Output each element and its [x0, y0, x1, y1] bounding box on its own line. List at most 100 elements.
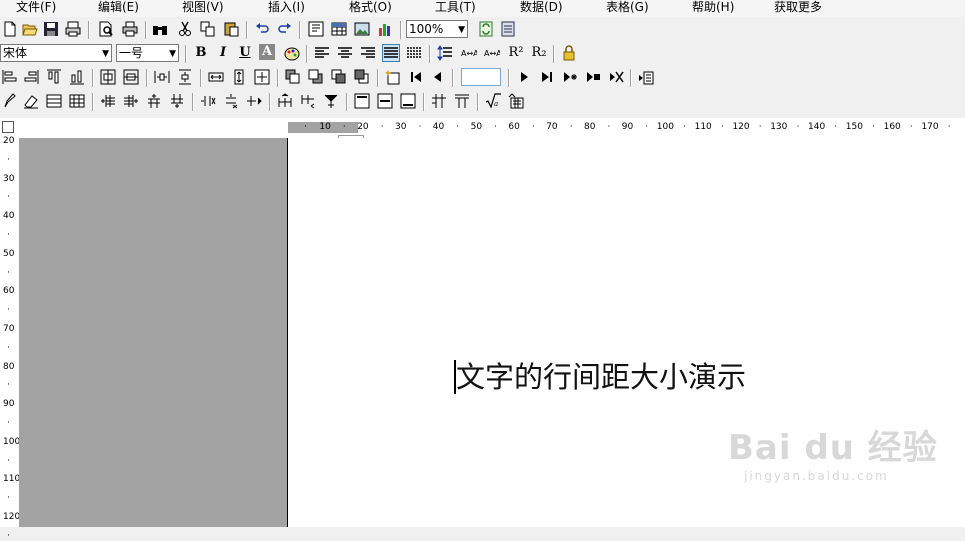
split-cell-icon[interactable]	[245, 92, 263, 110]
last-record-icon[interactable]	[538, 68, 556, 86]
text-color-palette-icon[interactable]	[283, 44, 301, 62]
redo-icon[interactable]	[276, 20, 294, 38]
align-left-icon[interactable]	[313, 44, 331, 62]
page-view-icon[interactable]	[499, 20, 517, 38]
menu-help[interactable]: 帮助(H)	[692, 0, 734, 14]
ruler-tick-label: 80	[584, 122, 595, 132]
previous-record-icon[interactable]	[429, 68, 447, 86]
center-vertical-icon[interactable]	[122, 68, 140, 86]
append-record-icon[interactable]	[561, 68, 579, 86]
ruler-minor-dot: ·	[7, 192, 10, 202]
subscript-button[interactable]: R₂	[529, 44, 549, 62]
print-button[interactable]	[121, 20, 139, 38]
ruler-corner-checkbox[interactable]	[2, 121, 14, 133]
cell-borders-icon[interactable]	[430, 92, 448, 110]
merge-cell-up-icon[interactable]	[276, 92, 294, 110]
new-document-button[interactable]	[1, 20, 19, 38]
justify-active-icon[interactable]	[382, 44, 400, 62]
cell-align-bottom-icon[interactable]	[399, 92, 417, 110]
bold-button[interactable]: B	[192, 44, 210, 62]
distribute-vertical-icon[interactable]	[176, 68, 194, 86]
insert-chart-icon[interactable]	[376, 20, 394, 38]
same-size-icon[interactable]	[253, 68, 271, 86]
insert-image-icon[interactable]	[353, 20, 371, 38]
character-shading-button[interactable]: A	[259, 44, 275, 60]
split-cell-vertical-icon[interactable]	[322, 92, 340, 110]
eraser-icon[interactable]	[22, 92, 40, 110]
delete-record-icon[interactable]	[607, 68, 625, 86]
table-insert-row-icon[interactable]	[45, 92, 63, 110]
menu-format[interactable]: 格式(O)	[349, 0, 392, 14]
insert-column-right-icon[interactable]	[122, 92, 140, 110]
insert-calculation-icon[interactable]	[507, 92, 525, 110]
menu-table[interactable]: 表格(G)	[606, 0, 649, 14]
menu-bar: 文件(F) 编辑(E) 视图(V) 插入(I) 格式(O) 工具(T) 数据(D…	[0, 0, 965, 17]
center-horizontal-icon[interactable]	[99, 68, 117, 86]
delete-column-icon[interactable]	[199, 92, 217, 110]
zoom-select[interactable]: 100%▼	[406, 20, 468, 38]
underline-button[interactable]: U	[236, 44, 254, 62]
menu-view[interactable]: 视图(V)	[182, 0, 224, 14]
formula-sqrt-icon[interactable]: a	[484, 92, 502, 110]
ruler-tick-label: 70	[546, 122, 557, 132]
insert-row-above-icon[interactable]	[145, 92, 163, 110]
increase-char-spacing-icon[interactable]: A↔A	[459, 44, 479, 62]
undo-icon[interactable]	[253, 20, 271, 38]
cell-align-top-icon[interactable]	[353, 92, 371, 110]
same-width-icon[interactable]	[207, 68, 225, 86]
distribute-align-icon[interactable]	[405, 44, 423, 62]
print-preview-setup-button[interactable]	[64, 20, 82, 38]
send-to-back-icon[interactable]	[307, 68, 325, 86]
paste-button[interactable]	[222, 20, 240, 38]
menu-tools[interactable]: 工具(T)	[435, 0, 476, 14]
align-objects-left-icon[interactable]	[1, 68, 19, 86]
decrease-char-spacing-icon[interactable]: A↔A	[482, 44, 502, 62]
new-record-icon[interactable]	[384, 68, 402, 86]
distribute-horizontal-icon[interactable]	[153, 68, 171, 86]
insert-column-left-icon[interactable]	[99, 92, 117, 110]
same-height-icon[interactable]	[230, 68, 248, 86]
align-objects-bottom-icon[interactable]	[68, 68, 86, 86]
send-backward-icon[interactable]	[353, 68, 371, 86]
superscript-button[interactable]: R²	[506, 44, 526, 62]
italic-button[interactable]: I	[214, 44, 232, 62]
document-text[interactable]: 文字的行间距大小演示	[456, 360, 746, 394]
insert-table-icon[interactable]	[330, 20, 348, 38]
merge-cell-down-icon[interactable]	[299, 92, 317, 110]
font-name-select[interactable]: 宋体▼	[0, 44, 112, 62]
open-folder-button[interactable]	[21, 20, 39, 38]
font-size-select[interactable]: 一号▼	[116, 44, 179, 62]
next-record-icon[interactable]	[515, 68, 533, 86]
lock-icon[interactable]	[560, 44, 578, 62]
align-center-icon[interactable]	[336, 44, 354, 62]
align-right-icon[interactable]	[359, 44, 377, 62]
delete-row-icon[interactable]	[222, 92, 240, 110]
bring-forward-icon[interactable]	[330, 68, 348, 86]
align-objects-top-icon[interactable]	[45, 68, 63, 86]
menu-data[interactable]: 数据(D)	[520, 0, 563, 14]
copy-button[interactable]	[199, 20, 217, 38]
table-grid-icon[interactable]	[68, 92, 86, 110]
insert-row-below-icon[interactable]	[168, 92, 186, 110]
first-record-icon[interactable]	[407, 68, 425, 86]
cell-align-middle-icon[interactable]	[376, 92, 394, 110]
menu-edit[interactable]: 编辑(E)	[98, 0, 139, 14]
line-spacing-icon[interactable]	[436, 44, 454, 62]
find-binoculars-icon[interactable]	[151, 20, 169, 38]
bring-to-front-icon[interactable]	[284, 68, 302, 86]
print-preview-button[interactable]	[97, 20, 115, 38]
pencil-icon[interactable]	[1, 92, 19, 110]
record-number-input[interactable]	[461, 68, 501, 86]
refresh-icon[interactable]	[477, 20, 495, 38]
menu-get-more[interactable]: 获取更多	[774, 0, 822, 14]
document-page[interactable]: 文字的行间距大小演示 Bai du 经验 jingyan.baidu.com	[288, 138, 965, 527]
record-properties-icon[interactable]	[637, 68, 655, 86]
save-button[interactable]	[42, 20, 60, 38]
align-objects-right-icon[interactable]	[22, 68, 40, 86]
menu-insert[interactable]: 插入(I)	[268, 0, 305, 14]
cell-heading-icon[interactable]	[453, 92, 471, 110]
insert-record-icon[interactable]	[584, 68, 602, 86]
menu-file[interactable]: 文件(F)	[16, 0, 56, 14]
cut-scissors-icon[interactable]	[176, 20, 194, 38]
insert-text-box-icon[interactable]	[307, 20, 325, 38]
